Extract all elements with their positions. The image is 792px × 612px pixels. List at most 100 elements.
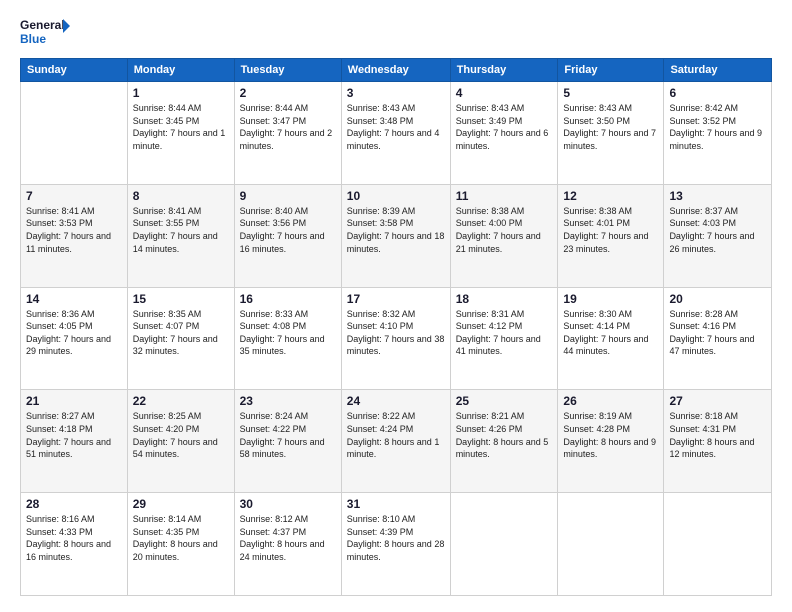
- day-info: Sunrise: 8:37 AMSunset: 4:03 PMDaylight:…: [669, 205, 766, 255]
- calendar-cell: 17 Sunrise: 8:32 AMSunset: 4:10 PMDayligh…: [341, 287, 450, 390]
- column-header-monday: Monday: [127, 59, 234, 82]
- day-info: Sunrise: 8:43 AMSunset: 3:49 PMDaylight:…: [456, 102, 553, 152]
- day-number: 24: [347, 394, 445, 408]
- calendar-cell: [450, 493, 558, 596]
- day-info: Sunrise: 8:12 AMSunset: 4:37 PMDaylight:…: [240, 513, 336, 563]
- calendar-cell: 7 Sunrise: 8:41 AMSunset: 3:53 PMDaylight…: [21, 184, 128, 287]
- calendar-cell: [558, 493, 664, 596]
- day-number: 15: [133, 292, 229, 306]
- day-info: Sunrise: 8:24 AMSunset: 4:22 PMDaylight:…: [240, 410, 336, 460]
- day-info: Sunrise: 8:14 AMSunset: 4:35 PMDaylight:…: [133, 513, 229, 563]
- svg-text:General: General: [20, 18, 65, 32]
- day-number: 5: [563, 86, 658, 100]
- header: General Blue: [20, 16, 772, 48]
- calendar-cell: 31 Sunrise: 8:10 AMSunset: 4:39 PMDayligh…: [341, 493, 450, 596]
- week-row-4: 21Sunrise: 8:27 AMSunset: 4:18 PMDayligh…: [21, 390, 772, 493]
- week-row-5: 28 Sunrise: 8:16 AMSunset: 4:33 PMDayligh…: [21, 493, 772, 596]
- day-number: 6: [669, 86, 766, 100]
- calendar-cell: 2Sunrise: 8:44 AMSunset: 3:47 PMDaylight…: [234, 82, 341, 185]
- day-number: 4: [456, 86, 553, 100]
- day-number: 23: [240, 394, 336, 408]
- day-number: 10: [347, 189, 445, 203]
- day-info: Sunrise: 8:42 AMSunset: 3:52 PMDaylight:…: [669, 102, 766, 152]
- column-header-thursday: Thursday: [450, 59, 558, 82]
- day-info: Sunrise: 8:38 AMSunset: 4:01 PMDaylight:…: [563, 205, 658, 255]
- calendar-cell: 21Sunrise: 8:27 AMSunset: 4:18 PMDayligh…: [21, 390, 128, 493]
- day-info: Sunrise: 8:39 AMSunset: 3:58 PMDaylight:…: [347, 205, 445, 255]
- calendar-cell: 6 Sunrise: 8:42 AMSunset: 3:52 PMDaylight…: [664, 82, 772, 185]
- calendar-cell: 19 Sunrise: 8:30 AMSunset: 4:14 PMDayligh…: [558, 287, 664, 390]
- column-header-tuesday: Tuesday: [234, 59, 341, 82]
- day-info: Sunrise: 8:43 AMSunset: 3:50 PMDaylight:…: [563, 102, 658, 152]
- column-header-saturday: Saturday: [664, 59, 772, 82]
- day-number: 8: [133, 189, 229, 203]
- calendar-cell: 16Sunrise: 8:33 AMSunset: 4:08 PMDayligh…: [234, 287, 341, 390]
- day-number: 18: [456, 292, 553, 306]
- day-info: Sunrise: 8:41 AMSunset: 3:53 PMDaylight:…: [26, 205, 122, 255]
- day-info: Sunrise: 8:31 AMSunset: 4:12 PMDaylight:…: [456, 308, 553, 358]
- day-number: 3: [347, 86, 445, 100]
- day-number: 2: [240, 86, 336, 100]
- calendar-cell: 15 Sunrise: 8:35 AMSunset: 4:07 PMDayligh…: [127, 287, 234, 390]
- calendar-cell: 20 Sunrise: 8:28 AMSunset: 4:16 PMDayligh…: [664, 287, 772, 390]
- calendar-cell: 8Sunrise: 8:41 AMSunset: 3:55 PMDaylight…: [127, 184, 234, 287]
- calendar-cell: 5 Sunrise: 8:43 AMSunset: 3:50 PMDaylight…: [558, 82, 664, 185]
- calendar-cell: 11 Sunrise: 8:38 AMSunset: 4:00 PMDayligh…: [450, 184, 558, 287]
- calendar-cell: 30 Sunrise: 8:12 AMSunset: 4:37 PMDayligh…: [234, 493, 341, 596]
- calendar-cell: 4 Sunrise: 8:43 AMSunset: 3:49 PMDaylight…: [450, 82, 558, 185]
- day-number: 17: [347, 292, 445, 306]
- day-info: Sunrise: 8:10 AMSunset: 4:39 PMDaylight:…: [347, 513, 445, 563]
- day-info: Sunrise: 8:44 AMSunset: 3:45 PMDaylight:…: [133, 102, 229, 152]
- day-info: Sunrise: 8:32 AMSunset: 4:10 PMDaylight:…: [347, 308, 445, 358]
- day-number: 22: [133, 394, 229, 408]
- day-info: Sunrise: 8:27 AMSunset: 4:18 PMDaylight:…: [26, 410, 122, 460]
- day-number: 28: [26, 497, 122, 511]
- calendar-cell: [21, 82, 128, 185]
- day-info: Sunrise: 8:21 AMSunset: 4:26 PMDaylight:…: [456, 410, 553, 460]
- calendar-cell: 9 Sunrise: 8:40 AMSunset: 3:56 PMDaylight…: [234, 184, 341, 287]
- day-number: 16: [240, 292, 336, 306]
- week-row-2: 7 Sunrise: 8:41 AMSunset: 3:53 PMDaylight…: [21, 184, 772, 287]
- day-info: Sunrise: 8:16 AMSunset: 4:33 PMDaylight:…: [26, 513, 122, 563]
- day-info: Sunrise: 8:35 AMSunset: 4:07 PMDaylight:…: [133, 308, 229, 358]
- calendar-cell: 27Sunrise: 8:18 AMSunset: 4:31 PMDayligh…: [664, 390, 772, 493]
- day-number: 1: [133, 86, 229, 100]
- week-row-1: 1 Sunrise: 8:44 AMSunset: 3:45 PMDaylight…: [21, 82, 772, 185]
- day-info: Sunrise: 8:28 AMSunset: 4:16 PMDaylight:…: [669, 308, 766, 358]
- column-header-friday: Friday: [558, 59, 664, 82]
- day-number: 30: [240, 497, 336, 511]
- calendar-cell: 1 Sunrise: 8:44 AMSunset: 3:45 PMDaylight…: [127, 82, 234, 185]
- day-info: Sunrise: 8:19 AMSunset: 4:28 PMDaylight:…: [563, 410, 658, 460]
- day-number: 25: [456, 394, 553, 408]
- calendar-cell: 25 Sunrise: 8:21 AMSunset: 4:26 PMDayligh…: [450, 390, 558, 493]
- calendar-cell: 14 Sunrise: 8:36 AMSunset: 4:05 PMDayligh…: [21, 287, 128, 390]
- day-info: Sunrise: 8:40 AMSunset: 3:56 PMDaylight:…: [240, 205, 336, 255]
- day-number: 20: [669, 292, 766, 306]
- day-number: 9: [240, 189, 336, 203]
- day-number: 14: [26, 292, 122, 306]
- day-number: 31: [347, 497, 445, 511]
- day-number: 13: [669, 189, 766, 203]
- day-number: 7: [26, 189, 122, 203]
- calendar-cell: 12 Sunrise: 8:38 AMSunset: 4:01 PMDayligh…: [558, 184, 664, 287]
- day-number: 12: [563, 189, 658, 203]
- day-info: Sunrise: 8:38 AMSunset: 4:00 PMDaylight:…: [456, 205, 553, 255]
- day-number: 19: [563, 292, 658, 306]
- page: General Blue SundayMondayTuesdayWednesda…: [0, 0, 792, 612]
- calendar-cell: 18 Sunrise: 8:31 AMSunset: 4:12 PMDayligh…: [450, 287, 558, 390]
- calendar-cell: 23 Sunrise: 8:24 AMSunset: 4:22 PMDayligh…: [234, 390, 341, 493]
- day-number: 26: [563, 394, 658, 408]
- day-number: 11: [456, 189, 553, 203]
- week-row-3: 14 Sunrise: 8:36 AMSunset: 4:05 PMDayligh…: [21, 287, 772, 390]
- logo: General Blue: [20, 16, 70, 48]
- day-info: Sunrise: 8:22 AMSunset: 4:24 PMDaylight:…: [347, 410, 445, 460]
- day-info: Sunrise: 8:36 AMSunset: 4:05 PMDaylight:…: [26, 308, 122, 358]
- logo-svg: General Blue: [20, 16, 70, 48]
- day-info: Sunrise: 8:30 AMSunset: 4:14 PMDaylight:…: [563, 308, 658, 358]
- day-number: 29: [133, 497, 229, 511]
- column-header-wednesday: Wednesday: [341, 59, 450, 82]
- day-info: Sunrise: 8:25 AMSunset: 4:20 PMDaylight:…: [133, 410, 229, 460]
- calendar-cell: 13 Sunrise: 8:37 AMSunset: 4:03 PMDayligh…: [664, 184, 772, 287]
- calendar-cell: 22 Sunrise: 8:25 AMSunset: 4:20 PMDayligh…: [127, 390, 234, 493]
- calendar-cell: 24 Sunrise: 8:22 AMSunset: 4:24 PMDayligh…: [341, 390, 450, 493]
